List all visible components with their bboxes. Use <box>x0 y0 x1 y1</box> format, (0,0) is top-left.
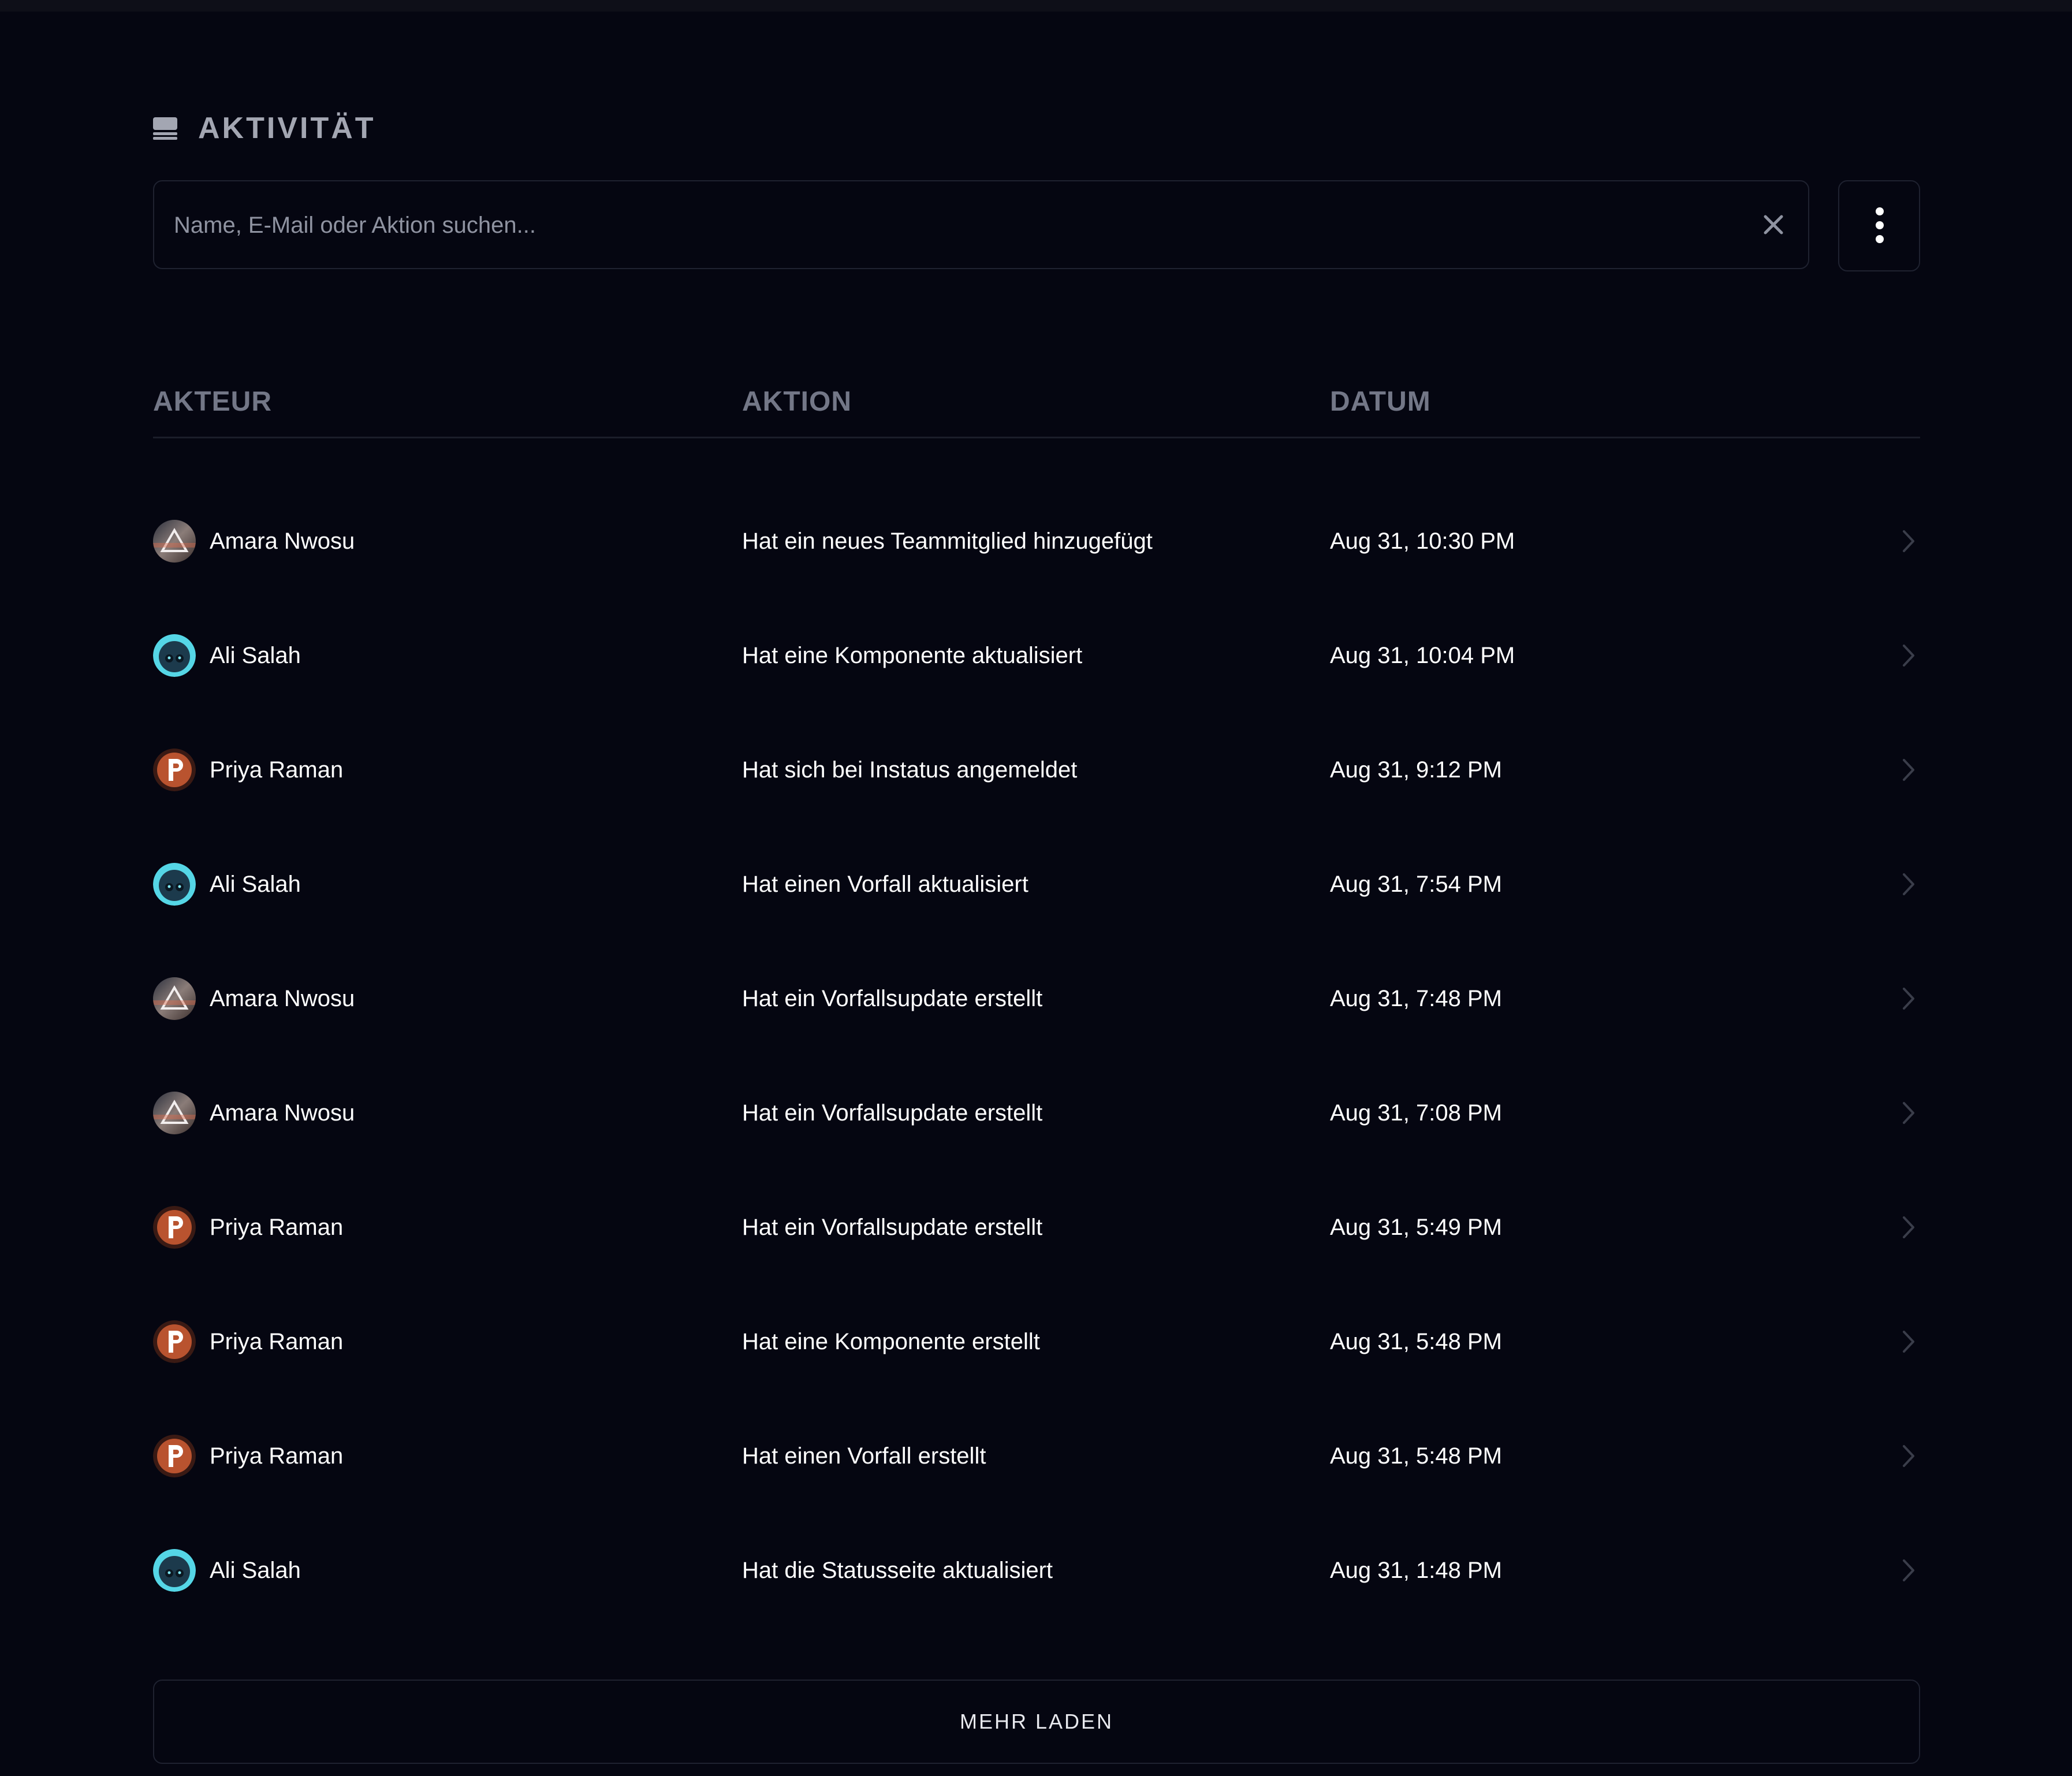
chevron-right-icon[interactable] <box>1897 1440 1920 1472</box>
avatar <box>153 1206 196 1249</box>
date-cell: Aug 31, 1:48 PM <box>1330 1557 1502 1583</box>
search-box <box>153 180 1809 269</box>
actor-name: Ali Salah <box>210 1557 301 1583</box>
actor-cell: Ali Salah <box>153 827 301 941</box>
date-cell: Aug 31, 10:30 PM <box>1330 528 1515 554</box>
date-cell: Aug 31, 7:08 PM <box>1330 1100 1502 1126</box>
actor-name: Ali Salah <box>210 871 301 897</box>
chevron-right-icon[interactable] <box>1897 1555 1920 1586</box>
activity-log-icon <box>153 116 177 140</box>
clear-search-button[interactable] <box>1756 207 1791 242</box>
date-cell: Aug 31, 7:48 PM <box>1330 985 1502 1011</box>
action-cell: Hat ein neues Teammitglied hinzugefügt <box>742 528 1153 554</box>
actor-name: Priya Raman <box>210 757 344 783</box>
action-cell: Hat ein Vorfallsupdate erstellt <box>742 985 1043 1011</box>
actor-cell: Amara Nwosu <box>153 1056 355 1170</box>
column-header-actor: AKTEUR <box>153 386 272 417</box>
actor-name: Ali Salah <box>210 642 301 668</box>
date-cell: Aug 31, 5:49 PM <box>1330 1214 1502 1240</box>
actor-name: Amara Nwosu <box>210 985 355 1011</box>
actor-cell: Priya Raman <box>153 713 343 827</box>
vertical-dots-icon <box>1876 207 1884 243</box>
chevron-right-icon[interactable] <box>1897 869 1920 900</box>
table-header: AKTEUR AKTION DATUM <box>153 370 1920 438</box>
action-cell: Hat eine Komponente erstellt <box>742 1328 1040 1354</box>
date-cell: Aug 31, 5:48 PM <box>1330 1443 1502 1469</box>
avatar <box>153 863 196 906</box>
chevron-right-icon[interactable] <box>1897 754 1920 785</box>
avatar <box>153 749 196 791</box>
avatar <box>153 1092 196 1134</box>
chevron-right-icon[interactable] <box>1897 983 1920 1014</box>
actor-name: Priya Raman <box>210 1328 344 1354</box>
avatar <box>153 1549 196 1592</box>
actor-cell: Priya Raman <box>153 1284 343 1399</box>
table-row[interactable]: Priya Raman Hat eine Komponente erstellt A… <box>153 1284 1920 1399</box>
table-row[interactable]: Amara Nwosu Hat ein Vorfallsupdate erstel… <box>153 941 1920 1056</box>
table-row[interactable]: Priya Raman Hat einen Vorfall erstellt Aug… <box>153 1399 1920 1513</box>
top-bar <box>0 0 2072 12</box>
action-cell: Hat einen Vorfall aktualisiert <box>742 871 1028 897</box>
action-cell: Hat ein Vorfallsupdate erstellt <box>742 1214 1043 1240</box>
close-icon <box>1764 215 1783 234</box>
actor-cell: Priya Raman <box>153 1170 343 1284</box>
action-cell: Hat einen Vorfall erstellt <box>742 1443 986 1469</box>
action-cell: Hat die Statusseite aktualisiert <box>742 1557 1053 1583</box>
actor-cell: Ali Salah <box>153 1513 301 1628</box>
actor-cell: Ali Salah <box>153 598 301 713</box>
avatar <box>153 1320 196 1363</box>
column-header-action: AKTION <box>742 386 852 417</box>
table-row[interactable]: Priya Raman Hat sich bei Instatus angemel… <box>153 713 1920 827</box>
table-row[interactable]: Amara Nwosu Hat ein neues Teammitglied hi… <box>153 484 1920 598</box>
table-row[interactable]: Ali Salah Hat die Statusseite aktualisier… <box>153 1513 1920 1628</box>
actor-name: Priya Raman <box>210 1214 344 1240</box>
date-cell: Aug 31, 5:48 PM <box>1330 1328 1502 1354</box>
chevron-right-icon[interactable] <box>1897 1212 1920 1243</box>
avatar <box>153 1435 196 1477</box>
chevron-right-icon[interactable] <box>1897 526 1920 557</box>
search-row <box>153 180 1920 271</box>
avatar <box>153 977 196 1020</box>
chevron-right-icon[interactable] <box>1897 640 1920 671</box>
page-header: AKTIVITÄT <box>153 99 376 157</box>
actor-cell: Amara Nwosu <box>153 941 355 1056</box>
search-input[interactable] <box>173 181 1734 269</box>
chevron-right-icon[interactable] <box>1897 1326 1920 1357</box>
table-row[interactable]: Ali Salah Hat einen Vorfall aktualisiert A… <box>153 827 1920 941</box>
action-cell: Hat ein Vorfallsupdate erstellt <box>742 1100 1043 1126</box>
column-header-date: DATUM <box>1330 386 1431 417</box>
load-more-button[interactable]: MEHR LADEN <box>153 1680 1920 1764</box>
more-options-button[interactable] <box>1838 180 1920 271</box>
actor-cell: Amara Nwosu <box>153 484 355 598</box>
actor-name: Amara Nwosu <box>210 528 355 554</box>
date-cell: Aug 31, 10:04 PM <box>1330 642 1515 668</box>
date-cell: Aug 31, 9:12 PM <box>1330 757 1502 783</box>
actor-cell: Priya Raman <box>153 1399 343 1513</box>
action-cell: Hat eine Komponente aktualisiert <box>742 642 1083 668</box>
avatar <box>153 520 196 563</box>
table-row[interactable]: Ali Salah Hat eine Komponente aktualisier… <box>153 598 1920 713</box>
chevron-right-icon[interactable] <box>1897 1097 1920 1129</box>
page-title: AKTIVITÄT <box>198 111 376 145</box>
table-row[interactable]: Priya Raman Hat ein Vorfallsupdate erstel… <box>153 1170 1920 1284</box>
activity-table-body: Amara Nwosu Hat ein neues Teammitglied hi… <box>153 484 1920 1628</box>
action-cell: Hat sich bei Instatus angemeldet <box>742 757 1078 783</box>
avatar <box>153 634 196 677</box>
actor-name: Amara Nwosu <box>210 1100 355 1126</box>
date-cell: Aug 31, 7:54 PM <box>1330 871 1502 897</box>
actor-name: Priya Raman <box>210 1443 344 1469</box>
table-row[interactable]: Amara Nwosu Hat ein Vorfallsupdate erstel… <box>153 1056 1920 1170</box>
